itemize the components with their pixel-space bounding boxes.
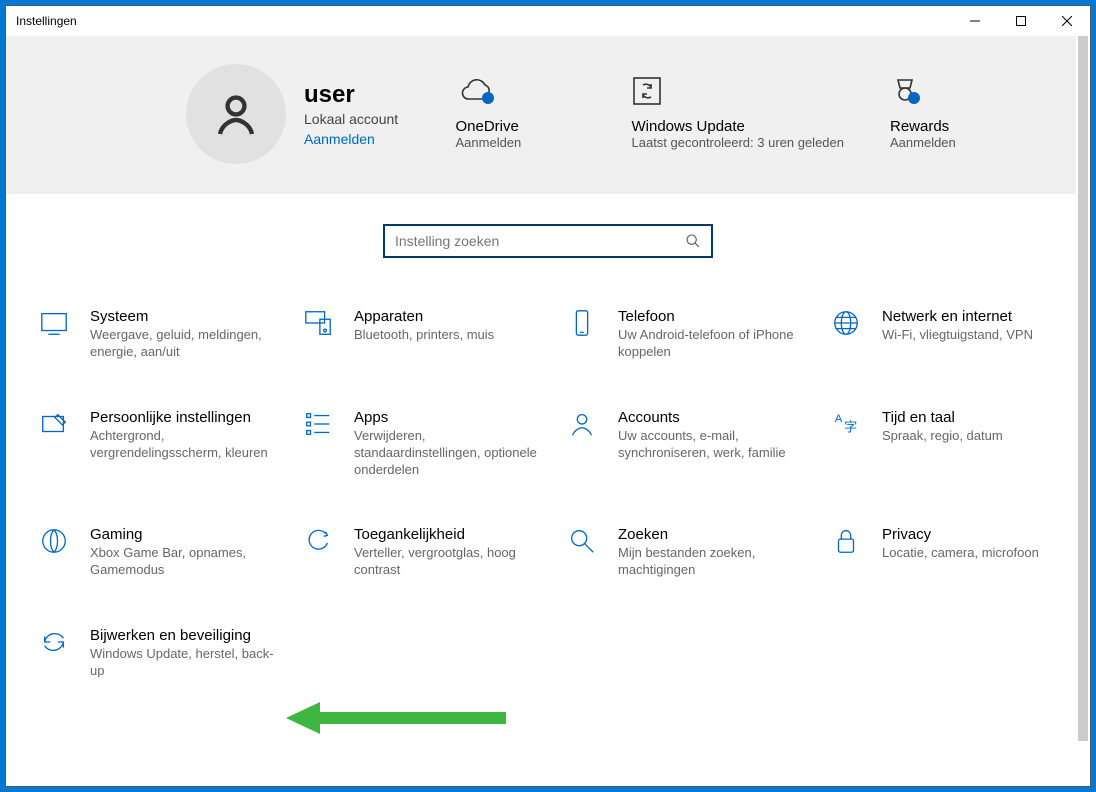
- personalization-icon: [36, 409, 72, 445]
- tile-desc: Windows Update, herstel, back-up: [90, 646, 286, 680]
- accessibility-icon: [300, 526, 336, 562]
- tile-title: Zoeken: [618, 526, 814, 543]
- tile-tijd-taal[interactable]: A字 Tijd en taal Spraak, regio, datum: [828, 409, 1078, 479]
- update-sub: Laatst gecontroleerd: 3 uren geleden: [632, 135, 845, 152]
- tile-title: Apps: [354, 409, 550, 426]
- devices-icon: [300, 308, 336, 344]
- gaming-icon: [36, 526, 72, 562]
- rewards-icon: [890, 76, 1020, 112]
- apps-icon: [300, 409, 336, 445]
- tile-title: Tijd en taal: [882, 409, 1003, 426]
- tile-zoeken[interactable]: Zoeken Mijn bestanden zoeken, machtiginge…: [564, 526, 814, 579]
- tile-title: Telefoon: [618, 308, 814, 325]
- onedrive-card[interactable]: OneDrive Aanmelden: [456, 76, 586, 152]
- tile-desc: Uw Android-telefoon of iPhone koppelen: [618, 327, 814, 361]
- tile-desc: Spraak, regio, datum: [882, 428, 1003, 445]
- minimize-button[interactable]: [952, 6, 998, 36]
- tile-title: Accounts: [618, 409, 814, 426]
- tile-telefoon[interactable]: Telefoon Uw Android-telefoon of iPhone ko…: [564, 308, 814, 361]
- tile-persoonlijke[interactable]: Persoonlijke instellingen Achtergrond, ve…: [36, 409, 286, 479]
- annotation-arrow: [286, 700, 506, 741]
- tile-desc: Verteller, vergrootglas, hoog contrast: [354, 545, 550, 579]
- user-info: user Lokaal account Aanmelden: [304, 81, 398, 147]
- search-box[interactable]: [383, 224, 713, 258]
- tile-title: Gaming: [90, 526, 286, 543]
- system-icon: [36, 308, 72, 344]
- user-sign-in-link[interactable]: Aanmelden: [304, 131, 398, 147]
- maximize-button[interactable]: [998, 6, 1044, 36]
- categories-grid: Systeem Weergave, geluid, meldingen, ener…: [6, 278, 1090, 710]
- window-controls: [952, 6, 1090, 36]
- person-icon: [212, 90, 260, 138]
- tile-gaming[interactable]: Gaming Xbox Game Bar, opnames, Gamemodus: [36, 526, 286, 579]
- tile-toegankelijkheid[interactable]: Toegankelijkheid Verteller, vergrootglas,…: [300, 526, 550, 579]
- scrollbar-thumb[interactable]: [1078, 36, 1088, 741]
- update-title: Windows Update: [632, 118, 845, 135]
- tile-title: Persoonlijke instellingen: [90, 409, 286, 426]
- rewards-sub: Aanmelden: [890, 135, 1020, 152]
- svg-text:A: A: [835, 413, 843, 425]
- user-account-type: Lokaal account: [304, 111, 398, 127]
- rewards-card[interactable]: Rewards Aanmelden: [890, 76, 1020, 152]
- tile-desc: Mijn bestanden zoeken, machtigingen: [618, 545, 814, 579]
- tile-title: Toegankelijkheid: [354, 526, 550, 543]
- header: user Lokaal account Aanmelden OneDrive A…: [6, 36, 1090, 194]
- user-cluster[interactable]: user Lokaal account Aanmelden: [186, 64, 398, 164]
- settings-window: Instellingen user Lokaal account Aanmeld…: [5, 5, 1091, 787]
- tile-desc: Bluetooth, printers, muis: [354, 327, 494, 344]
- search-tile-icon: [564, 526, 600, 562]
- tile-privacy[interactable]: Privacy Locatie, camera, microfoon: [828, 526, 1078, 579]
- onedrive-sub: Aanmelden: [456, 135, 586, 152]
- user-name: user: [304, 81, 398, 109]
- search-input[interactable]: [395, 233, 685, 249]
- tile-desc: Locatie, camera, microfoon: [882, 545, 1039, 562]
- tile-desc: Verwijderen, standaardinstellingen, opti…: [354, 428, 550, 479]
- tile-netwerk[interactable]: Netwerk en internet Wi-Fi, vliegtuigstand…: [828, 308, 1078, 361]
- tile-accounts[interactable]: Accounts Uw accounts, e-mail, synchronise…: [564, 409, 814, 479]
- search-icon: [685, 233, 701, 249]
- windows-update-card[interactable]: Windows Update Laatst gecontroleerd: 3 u…: [632, 76, 845, 152]
- tile-systeem[interactable]: Systeem Weergave, geluid, meldingen, ener…: [36, 308, 286, 361]
- tile-desc: Uw accounts, e-mail, synchroniseren, wer…: [618, 428, 814, 462]
- tile-desc: Xbox Game Bar, opnames, Gamemodus: [90, 545, 286, 579]
- time-language-icon: A字: [828, 409, 864, 445]
- titlebar: Instellingen: [6, 6, 1090, 36]
- tile-title: Systeem: [90, 308, 286, 325]
- cloud-icon: [456, 76, 586, 112]
- accounts-icon: [564, 409, 600, 445]
- window-title: Instellingen: [16, 14, 77, 28]
- tile-title: Netwerk en internet: [882, 308, 1033, 325]
- globe-icon: [828, 308, 864, 344]
- tile-title: Privacy: [882, 526, 1039, 543]
- rewards-title: Rewards: [890, 118, 1020, 135]
- svg-text:字: 字: [844, 419, 857, 434]
- tile-apps[interactable]: Apps Verwijderen, standaardinstellingen, …: [300, 409, 550, 479]
- tile-title: Apparaten: [354, 308, 494, 325]
- update-security-icon: [36, 627, 72, 663]
- onedrive-title: OneDrive: [456, 118, 586, 135]
- tile-bijwerken-beveiliging[interactable]: Bijwerken en beveiliging Windows Update, …: [36, 627, 286, 680]
- close-button[interactable]: [1044, 6, 1090, 36]
- phone-icon: [564, 308, 600, 344]
- tile-desc: Wi-Fi, vliegtuigstand, VPN: [882, 327, 1033, 344]
- tile-title: Bijwerken en beveiliging: [90, 627, 286, 644]
- update-icon: [632, 76, 845, 112]
- scrollbar[interactable]: [1076, 36, 1090, 786]
- privacy-icon: [828, 526, 864, 562]
- tile-apparaten[interactable]: Apparaten Bluetooth, printers, muis: [300, 308, 550, 361]
- tile-desc: Achtergrond, vergrendelingsscherm, kleur…: [90, 428, 286, 462]
- avatar: [186, 64, 286, 164]
- header-cards: OneDrive Aanmelden Windows Update Laatst…: [456, 76, 1021, 152]
- tile-desc: Weergave, geluid, meldingen, energie, aa…: [90, 327, 286, 361]
- search-wrap: [6, 194, 1090, 278]
